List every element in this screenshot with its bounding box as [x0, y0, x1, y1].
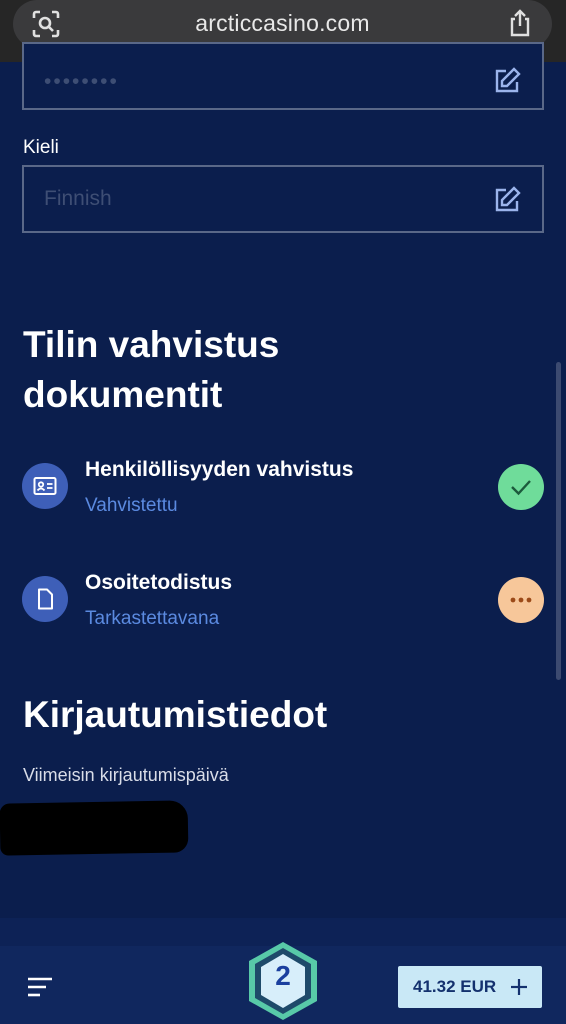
bottom-navigation: 2 41.32 EUR: [0, 942, 566, 1024]
more-dots-icon: [498, 577, 544, 623]
language-label: Kieli: [23, 137, 59, 158]
identity-doc-status: Vahvistettu: [85, 495, 178, 516]
hamburger-menu-icon[interactable]: [26, 976, 54, 998]
address-bar[interactable]: arcticcasino.com: [13, 0, 552, 48]
balance-amount: 41.32 EUR: [413, 977, 497, 996]
scrollbar[interactable]: [556, 362, 561, 680]
address-doc-title: Osoitetodistus: [85, 571, 233, 594]
documents-section-title: Tilin vahvistus dokumentit: [23, 324, 280, 415]
account-page: •••••••• Kieli Finnish Tilin vahvistus d…: [0, 42, 566, 946]
last-login-label: Viimeisin kirjautumispäivä: [23, 765, 229, 785]
url-text[interactable]: arcticcasino.com: [13, 10, 552, 37]
share-icon[interactable]: [506, 8, 534, 38]
level-badge[interactable]: 2: [246, 940, 320, 1022]
redacted-login-date: [0, 800, 189, 856]
password-value: ••••••••: [44, 70, 119, 93]
language-field[interactable]: Finnish: [22, 165, 544, 233]
identity-doc-title: Henkilöllisyyden vahvistus: [85, 458, 354, 481]
edit-icon[interactable]: [492, 185, 522, 215]
level-number: 2: [275, 960, 291, 991]
login-section-title: Kirjautumistiedot: [23, 694, 328, 735]
language-value: Finnish: [44, 187, 112, 210]
check-icon: [498, 464, 544, 510]
document-icon: [22, 576, 68, 622]
address-doc-status: Tarkastettavana: [85, 608, 220, 629]
edit-icon[interactable]: [492, 66, 522, 96]
password-field[interactable]: ••••••••: [22, 42, 544, 110]
plus-icon: [511, 979, 527, 995]
balance-button[interactable]: 41.32 EUR: [398, 966, 542, 1008]
id-card-icon: [22, 463, 68, 509]
